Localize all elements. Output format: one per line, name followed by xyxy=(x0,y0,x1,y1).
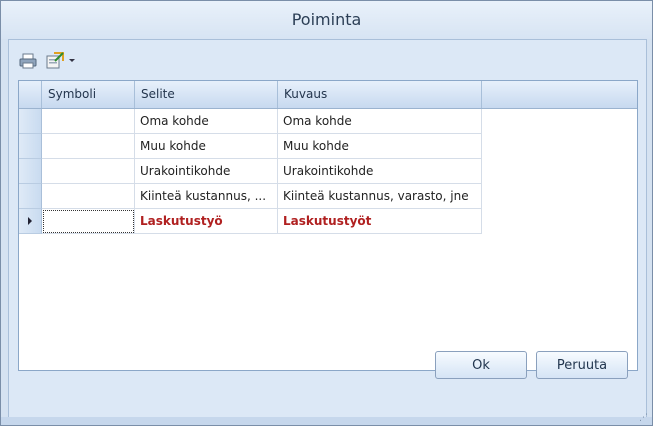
row-indicator[interactable] xyxy=(19,159,42,184)
current-row-arrow-icon xyxy=(28,217,32,225)
table-row[interactable]: Oma kohde Oma kohde xyxy=(19,109,482,134)
chevron-down-icon[interactable] xyxy=(68,58,76,64)
column-header-symboli[interactable]: Symboli xyxy=(42,81,135,108)
cell-selite[interactable]: Laskutustyö xyxy=(135,209,278,234)
cell-selite[interactable]: Oma kohde xyxy=(135,109,278,134)
cell-kuvaus[interactable]: Laskutustyöt xyxy=(278,209,482,234)
cell-kuvaus[interactable]: Kiinteä kustannus, varasto, jne xyxy=(278,184,482,209)
cell-symboli[interactable] xyxy=(42,109,135,134)
cell-symboli[interactable] xyxy=(42,134,135,159)
grid-rows: Oma kohde Oma kohde Muu kohde Muu kohde … xyxy=(19,109,482,234)
export-button[interactable] xyxy=(45,50,76,72)
cell-symboli[interactable] xyxy=(42,209,135,234)
dialog-window: Poiminta Symboli Selite Kuvaus Oma kohde… xyxy=(0,0,653,426)
printer-icon xyxy=(19,53,37,69)
cell-symboli[interactable] xyxy=(42,184,135,209)
column-header-selite[interactable]: Selite xyxy=(135,81,278,108)
window-title: Poiminta xyxy=(291,10,362,29)
table-row[interactable]: Kiinteä kustannus, ... Kiinteä kustannus… xyxy=(19,184,482,209)
data-grid: Symboli Selite Kuvaus Oma kohde Oma kohd… xyxy=(18,80,638,371)
export-icon xyxy=(46,52,64,69)
cell-kuvaus[interactable]: Urakointikohde xyxy=(278,159,482,184)
cell-kuvaus[interactable]: Oma kohde xyxy=(278,109,482,134)
table-row-selected[interactable]: Laskutustyö Laskutustyöt xyxy=(19,209,482,234)
status-bar: ⋰ xyxy=(1,414,652,425)
print-button[interactable] xyxy=(19,50,37,72)
cancel-button[interactable]: Peruuta xyxy=(536,351,628,379)
header-indicator xyxy=(19,81,42,108)
table-row[interactable]: Urakointikohde Urakointikohde xyxy=(19,159,482,184)
cell-selite[interactable]: Muu kohde xyxy=(135,134,278,159)
row-indicator[interactable] xyxy=(19,184,42,209)
dialog-body: Symboli Selite Kuvaus Oma kohde Oma kohd… xyxy=(8,39,647,419)
column-header-kuvaus[interactable]: Kuvaus xyxy=(278,81,482,108)
table-row[interactable]: Muu kohde Muu kohde xyxy=(19,134,482,159)
row-indicator[interactable] xyxy=(19,134,42,159)
ok-button[interactable]: Ok xyxy=(435,351,527,379)
row-indicator[interactable] xyxy=(19,109,42,134)
cell-selite[interactable]: Kiinteä kustannus, ... xyxy=(135,184,278,209)
resize-grip-icon[interactable]: ⋰ xyxy=(639,414,648,423)
cell-selite[interactable]: Urakointikohde xyxy=(135,159,278,184)
cell-symboli[interactable] xyxy=(42,159,135,184)
cell-kuvaus[interactable]: Muu kohde xyxy=(278,134,482,159)
grid-header: Symboli Selite Kuvaus xyxy=(19,81,637,109)
row-indicator[interactable] xyxy=(19,209,42,234)
title-bar[interactable]: Poiminta xyxy=(1,1,652,39)
